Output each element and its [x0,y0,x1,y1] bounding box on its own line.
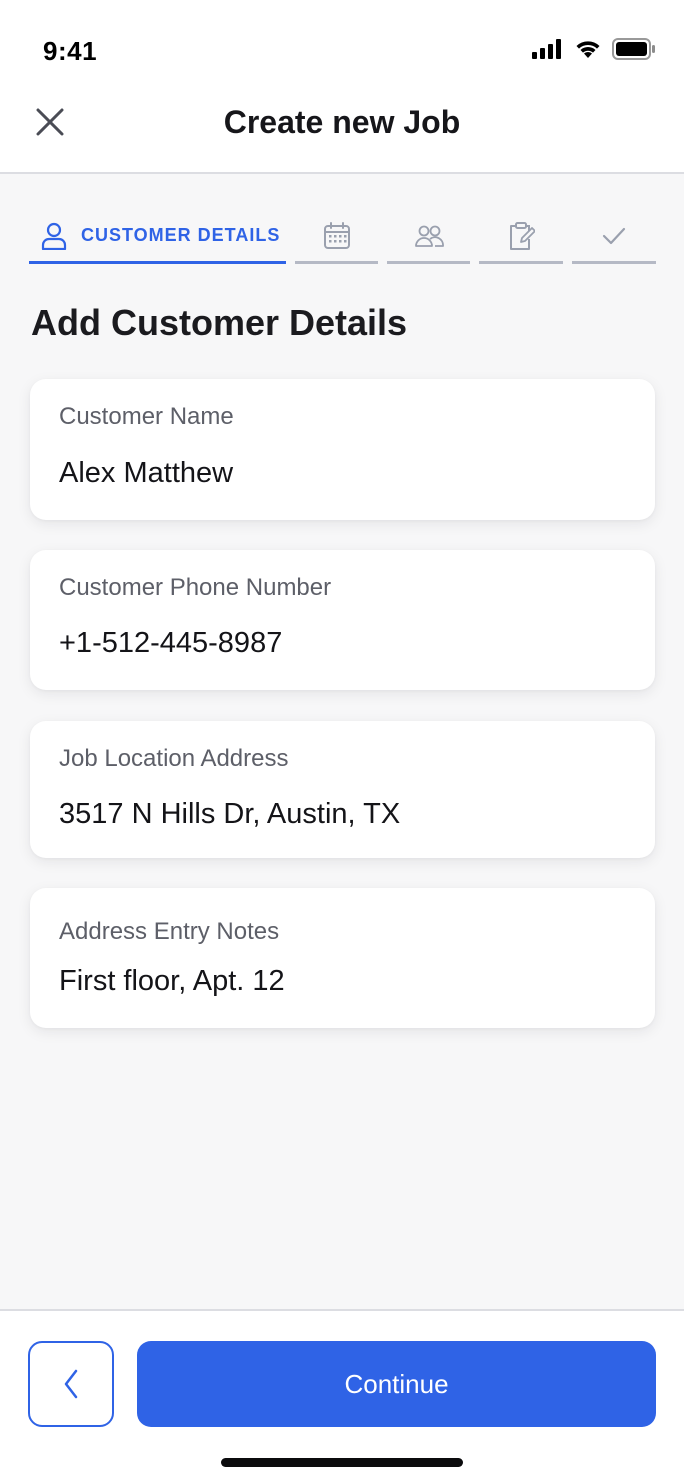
check-icon [601,226,627,246]
header-bar: Create new Job [0,96,684,174]
battery-icon [612,38,656,65]
page-title: Create new Job [223,104,461,140]
step-job-notes[interactable] [479,210,563,264]
wifi-icon [574,39,602,64]
field-label: Customer Phone Number [59,574,332,601]
continue-button[interactable]: Continue [137,1341,656,1427]
calendar-icon [323,221,351,250]
field-value: 3517 N Hills Dr, Austin, TX [59,798,401,830]
customer-phone-field[interactable]: Customer Phone Number +1-512-445-8987 [30,550,655,690]
status-bar: 9:41 [0,0,684,96]
status-icons [532,38,656,65]
step-schedule[interactable] [295,210,378,264]
step-label: CUSTOMER DETAILS [81,225,281,245]
step-team[interactable] [387,210,470,264]
section-title: Add Customer Details [31,302,408,343]
team-icon [414,224,444,248]
step-customer-details[interactable]: CUSTOMER DETAILS [29,210,286,264]
chevron-left-icon [62,1369,80,1399]
field-value: First floor, Apt. 12 [59,965,285,997]
field-label: Job Location Address [59,745,289,772]
field-label: Address Entry Notes [59,918,280,945]
back-button[interactable] [28,1341,114,1427]
field-label: Customer Name [59,403,234,430]
field-value: +1-512-445-8987 [59,627,283,659]
address-notes-field[interactable]: Address Entry Notes First floor, Apt. 12 [30,888,655,1028]
cellular-signal-icon [532,39,564,64]
step-progress: CUSTOMER DETAILS [29,210,656,266]
home-indicator [221,1458,463,1467]
status-time: 9:41 [43,36,98,66]
job-location-field[interactable]: Job Location Address 3517 N Hills Dr, Au… [30,721,655,858]
customer-name-field[interactable]: Customer Name Alex Matthew [30,379,655,520]
field-value: Alex Matthew [59,457,234,489]
footer-bar: Continue [0,1309,684,1482]
step-review[interactable] [572,210,656,264]
user-icon [41,222,67,250]
edit-note-icon [507,221,535,251]
